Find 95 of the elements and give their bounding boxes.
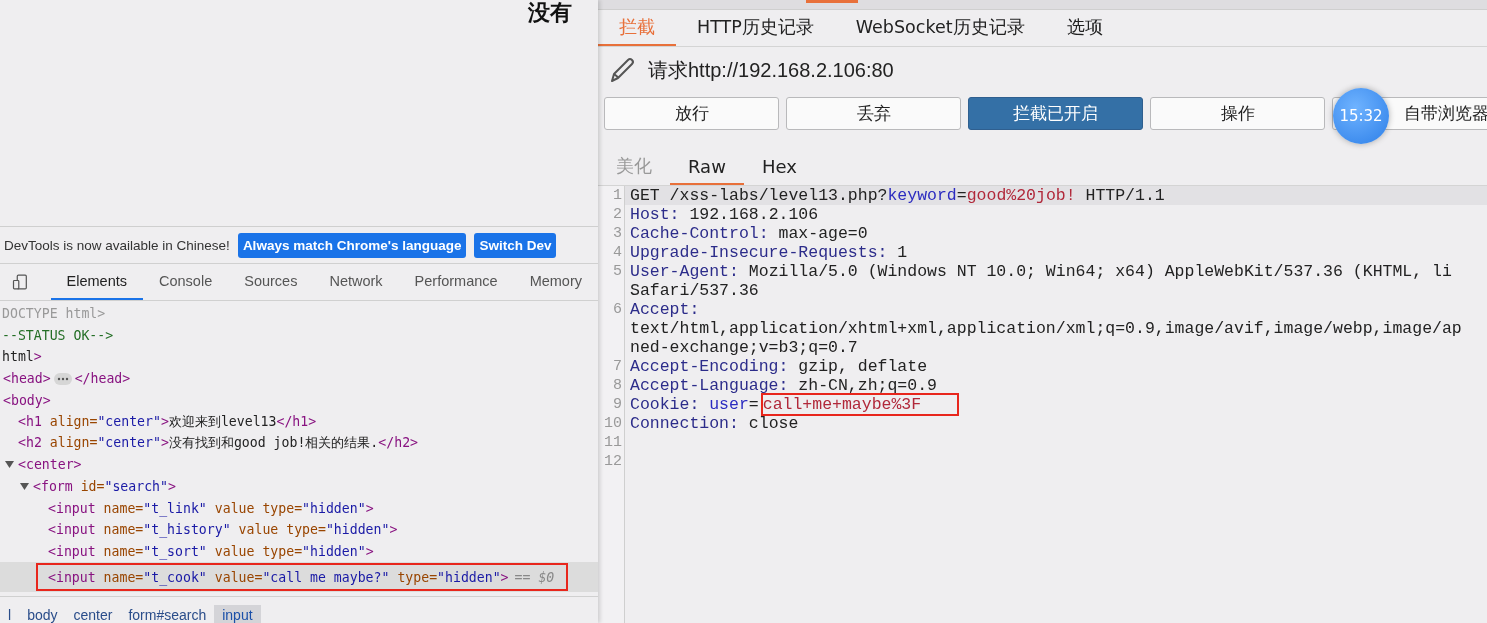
proxy-tab[interactable]: WebSocket历史记录 — [834, 10, 1046, 46]
code-text: Connection: — [630, 414, 739, 433]
code-text: Safari/537.36 — [630, 281, 759, 300]
code-text: Cookie: — [630, 395, 700, 414]
code-text: HTTP/1.1 — [1084, 186, 1165, 205]
dom-node-text: <head> — [3, 371, 51, 387]
line-number: 3 — [612, 224, 623, 243]
code-text: Upgrade-Insecure-Requests: — [630, 243, 888, 262]
line-number: 4 — [612, 243, 623, 262]
code-text: = — [748, 395, 759, 414]
code-text: zh-CN,zh;q=0.9 — [797, 376, 937, 395]
devtools-tab[interactable]: Elements — [50, 264, 143, 300]
dom-node-text: <body> — [3, 392, 51, 408]
ellipsis-icon[interactable] — [53, 372, 72, 385]
line-number: 11 — [603, 433, 623, 452]
breadcrumb[interactable]: form#search — [120, 605, 215, 623]
dom-node-text: </head> — [74, 371, 131, 387]
code-text: 192.168.2.106 — [688, 205, 819, 224]
dom-node-text: <h1 align="center">欢迎来到level13</h1> — [18, 412, 317, 431]
code-text: Mozilla/5.0 (Windows NT 10.0; Win64; x64) AppleWebKit/537.36 (KHTML, li — [747, 262, 1452, 281]
code-text: close — [747, 414, 799, 433]
dom-node[interactable]: <form id="search"> — [0, 475, 598, 498]
code-text: user — [708, 395, 749, 414]
dom-node[interactable]: <h2 align="center">没有找到和good job!相关的结果.</h2> — [0, 432, 598, 455]
devtools-tab[interactable]: Memory — [513, 264, 598, 300]
proxy-tab[interactable]: 选项 — [1045, 10, 1124, 46]
devtools-tab[interactable]: Sources — [228, 264, 314, 300]
proxy-tab[interactable]: HTTP历史记录 — [676, 10, 835, 46]
code-text: call+me+maybe%3F — [762, 395, 958, 414]
dom-node[interactable]: <head> </head> — [0, 367, 598, 390]
line-number: 9 — [612, 395, 623, 414]
dom-node[interactable]: <input name="t_sort" value type="hidden"> — [0, 540, 598, 563]
code-text: Host: — [630, 205, 680, 224]
intercept-button[interactable]: 丢弃 — [786, 97, 961, 130]
request-title: 请求http://192.168.2.106:80 — [648, 57, 894, 83]
dom-node[interactable]: html> — [0, 346, 598, 368]
devtools-tab[interactable]: Performance — [398, 264, 514, 300]
code-text: User-Agent: — [630, 262, 739, 281]
code-text: = — [956, 186, 967, 205]
line-number: 10 — [603, 414, 623, 433]
intercept-button[interactable]: 放行 — [604, 97, 779, 130]
devtools-tab[interactable]: Network — [313, 264, 399, 300]
devtools-tab[interactable]: Console — [143, 264, 229, 300]
dom-node-text: <input name="t_cook" value="call me maybe?" type="hidden"> — [48, 569, 509, 585]
intercept-button[interactable]: 拦截已开启 — [968, 97, 1143, 130]
view-tab[interactable]: Hex — [743, 149, 815, 185]
breadcrumb[interactable]: input — [214, 605, 261, 623]
code-text: Accept: — [630, 300, 700, 319]
line-number: 6 — [612, 300, 623, 319]
code-text: text/html,application/xhtml+xml,application/xml;q=0.9,image/avif,image/webp,image/ap — [630, 319, 1462, 338]
line-number: 2 — [612, 205, 623, 224]
code-text: gzip, deflate — [797, 357, 928, 376]
code-text: 1 — [896, 243, 908, 262]
line-number: 8 — [612, 376, 623, 395]
dom-node-text: <input name="t_history" value type="hidden"> — [48, 522, 398, 538]
expand-triangle-icon[interactable] — [20, 482, 29, 492]
line-number: 5 — [612, 262, 623, 281]
code-text: max-age=0 — [777, 224, 868, 243]
dom-node[interactable]: <center> — [0, 454, 598, 476]
line-number: 1 — [612, 186, 623, 205]
dom-node-text: <form id="search"> — [33, 479, 176, 495]
dom-node-text: --STATUS OK--> — [2, 327, 114, 343]
dom-node[interactable]: <h1 align="center">欢迎来到level13</h1> — [0, 410, 598, 433]
dom-node[interactable]: <body> — [0, 389, 598, 411]
language-notice: DevTools is now available in Chinese! — [4, 237, 230, 253]
tab-indicator — [806, 0, 858, 3]
code-text: Accept-Encoding: — [630, 357, 789, 376]
code-text: Accept-Language: — [630, 376, 789, 395]
dom-node-text: <input name="t_link" value type="hidden"> — [48, 500, 374, 516]
breadcrumb[interactable]: l — [0, 605, 20, 623]
breadcrumb[interactable]: body — [19, 605, 66, 623]
dom-node[interactable]: <input name="t_link" value type="hidden"> — [0, 497, 598, 519]
expand-triangle-icon[interactable] — [5, 460, 14, 470]
dom-node-text: <h2 align="center">没有找到和good job!相关的结果.</h2> — [18, 434, 419, 453]
intercept-button[interactable]: 操作 — [1150, 97, 1325, 130]
code-text: Cache-Control: — [630, 224, 769, 243]
language-button[interactable]: Switch Dev — [474, 232, 557, 258]
code-text: GET /xss-labs/level13.php? — [630, 186, 888, 205]
dom-node[interactable]: <input name="t_cook" value="call me maybe?" type="hidden"> == $0 — [0, 562, 598, 593]
console-reference: == $0 — [514, 569, 555, 585]
code-text: good%20job! — [966, 186, 1076, 205]
code-text: keyword — [887, 186, 957, 205]
dom-node[interactable]: --STATUS OK--> — [0, 324, 598, 347]
clock-tooltip: 15:32 — [1333, 88, 1389, 144]
code-text: ned-exchange;v=b3;q=0.7 — [630, 338, 858, 357]
line-number: 7 — [612, 357, 623, 376]
dom-node-text: DOCTYPE html> — [2, 306, 106, 322]
page-heading: 没有 — [528, 0, 572, 26]
dom-node[interactable]: <input name="t_history" value type="hidden"> — [0, 518, 598, 541]
language-button[interactable]: Always match Chrome's language — [237, 232, 467, 258]
breadcrumb[interactable]: center — [65, 605, 121, 623]
dom-node-text: <input name="t_sort" value type="hidden"> — [48, 543, 374, 559]
dom-node-text: <center> — [18, 457, 82, 473]
dom-node-text: html> — [2, 349, 42, 365]
line-number: 12 — [603, 452, 623, 471]
